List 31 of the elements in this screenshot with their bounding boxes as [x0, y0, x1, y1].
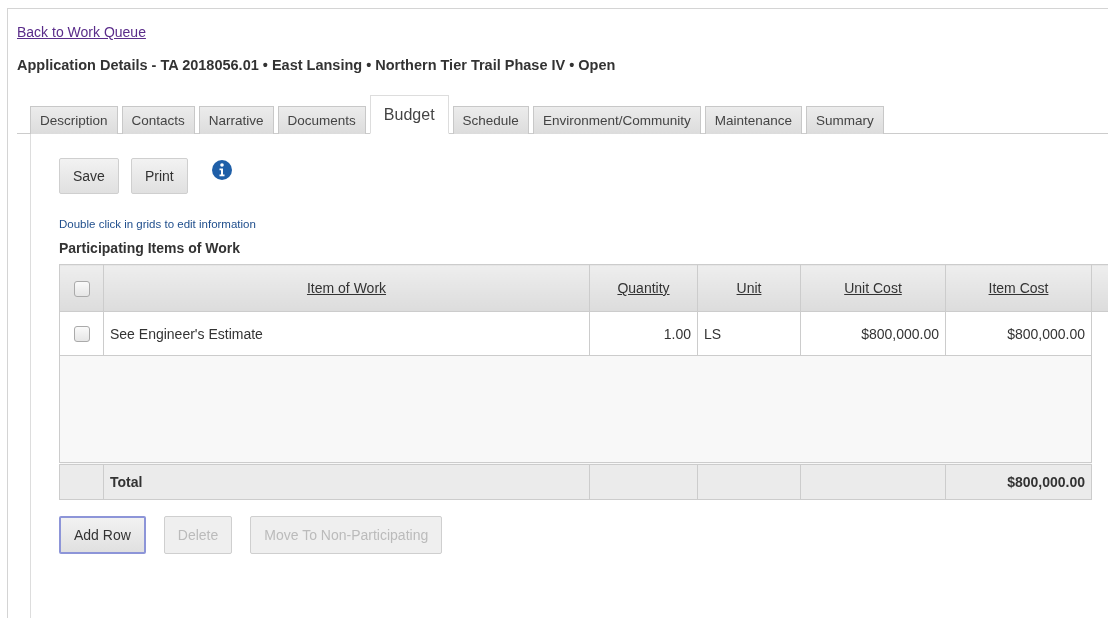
- column-header[interactable]: Item Cost: [988, 280, 1049, 296]
- column-header[interactable]: Item of Work: [306, 280, 387, 296]
- column-header[interactable]: Unit Cost: [844, 280, 902, 296]
- checkbox[interactable]: [73, 326, 90, 343]
- tab[interactable]: Schedule: [452, 106, 529, 134]
- tab[interactable]: Environment/Community: [532, 106, 701, 134]
- tab[interactable]: Documents: [277, 106, 366, 134]
- table-cell: $800,000.00: [800, 311, 946, 356]
- checkbox[interactable]: [73, 280, 90, 297]
- table-cell: LS: [697, 311, 801, 356]
- add-row-button[interactable]: Add Row: [59, 516, 146, 554]
- column-header[interactable]: Quantity: [617, 280, 670, 296]
- table-cell: 1.00: [589, 311, 698, 356]
- tab[interactable]: Description: [30, 106, 118, 134]
- hint-text: Double click in grids to edit information: [59, 218, 257, 230]
- info-icon[interactable]: [211, 160, 232, 180]
- table-cell: See Engineer's Estimate: [103, 311, 590, 356]
- column-header[interactable]: Unit: [736, 280, 762, 296]
- tab[interactable]: Budget: [369, 95, 449, 134]
- total-value: $800,000.00: [1007, 474, 1085, 490]
- tab[interactable]: Narrative: [198, 106, 274, 134]
- tab[interactable]: Contacts: [121, 106, 195, 134]
- tab[interactable]: Summary: [806, 106, 884, 134]
- section-title: Participating Items of Work: [59, 240, 241, 256]
- total-label: Total: [110, 474, 143, 490]
- table-cell: $800,000.00: [945, 311, 1092, 356]
- page-heading: Application Details - TA 2018056.01 • East Lansing • Northern Tier Trail Phase IV • Open: [17, 57, 617, 73]
- print-button[interactable]: Print: [130, 158, 188, 194]
- save-button[interactable]: Save: [59, 158, 119, 194]
- back-link[interactable]: Back to Work Queue: [17, 24, 146, 40]
- tab[interactable]: Maintenance: [704, 106, 802, 134]
